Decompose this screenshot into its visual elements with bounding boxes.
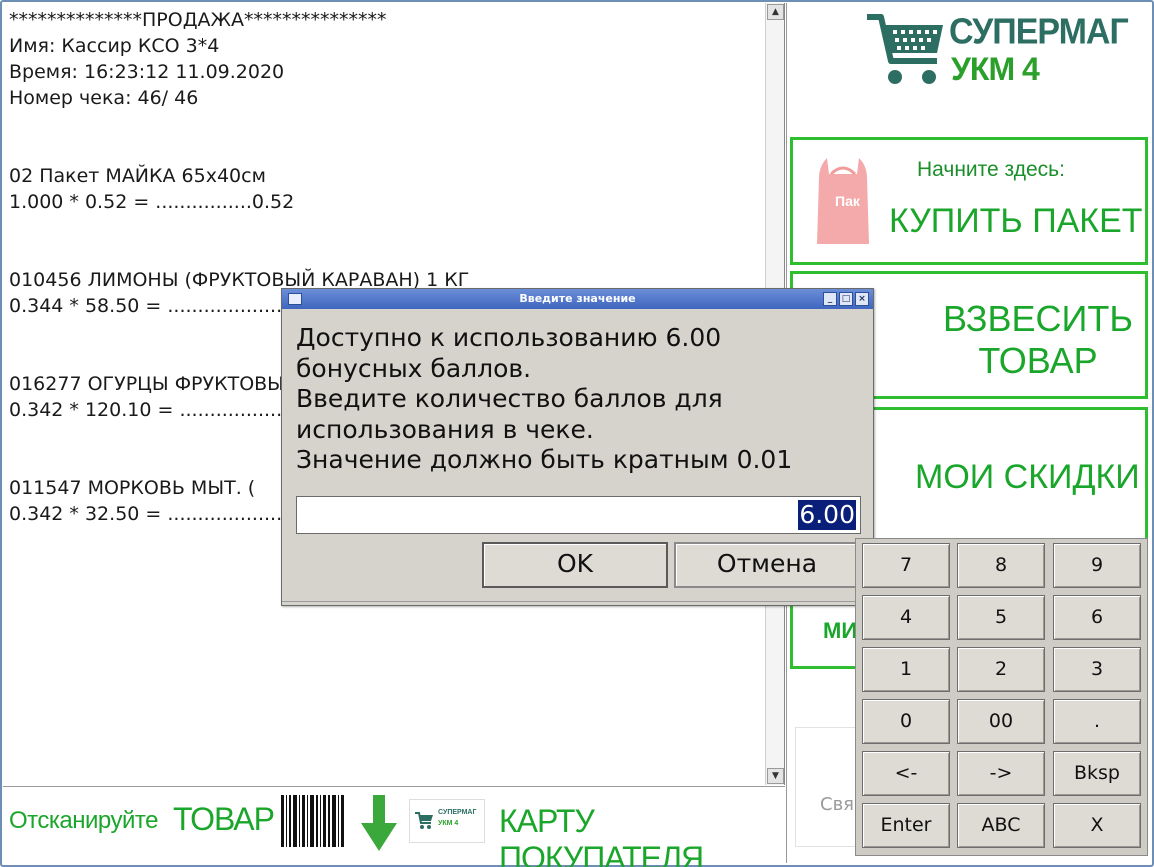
receipt-line: **************ПРОДАЖА***************: [9, 9, 387, 31]
receipt-blank-line: [9, 241, 765, 267]
mini-brand-logo: СУПЕРМАГ УКМ 4: [409, 799, 485, 843]
window-menu-icon[interactable]: [288, 293, 302, 305]
loyalty-card-label: КАРТУ ПОКУПАТЕЛЯ: [499, 803, 704, 867]
brand-logo: СУПЕРМАГ УКМ 4: [865, 7, 1129, 93]
dialog-message-line: Значение должно быть кратным 0.01: [296, 445, 793, 474]
mini-brand-name: СУПЕРМАГ: [438, 809, 477, 816]
scan-label: Отсканируйте: [9, 807, 158, 834]
receipt-line: Время: 16:23:12 11.09.2020: [9, 61, 285, 83]
bonus-points-value: 6.00: [798, 500, 856, 530]
minimize-icon[interactable]: _: [823, 292, 837, 306]
brand-version: УКМ 4: [951, 51, 1040, 87]
keypad-key[interactable]: 0: [862, 699, 950, 744]
keypad-key[interactable]: 2: [957, 647, 1045, 692]
ok-button[interactable]: OK: [482, 542, 668, 588]
keypad-key[interactable]: 3: [1053, 647, 1141, 692]
my-discounts-label: МОИ СКИДКИ: [915, 458, 1140, 496]
keypad-key[interactable]: 4: [862, 595, 950, 640]
weigh-label-line1: ВЗВЕСИТЬ: [942, 298, 1134, 339]
cart-icon: [867, 14, 943, 84]
keypad-key[interactable]: Bksp: [1053, 751, 1141, 796]
close-icon[interactable]: ×: [855, 292, 869, 306]
dialog-titlebar[interactable]: Введите значение _ □ ×: [282, 289, 873, 309]
receipt-line: Имя: Кассир КСО 3*4: [9, 35, 220, 57]
arrow-down-icon: [361, 795, 397, 851]
dialog-footer: [282, 601, 873, 605]
bag-label: Пак: [835, 193, 861, 209]
receipt-line: 02 Пакет МАЙКА 65х40см: [9, 165, 266, 187]
receipt-blank-line: [9, 111, 765, 137]
buy-bag-button[interactable]: Пак Начните здесь: КУПИТЬ ПАКЕТ: [790, 137, 1148, 265]
keypad-key[interactable]: 00: [957, 699, 1045, 744]
keypad-key[interactable]: 5: [957, 595, 1045, 640]
contact-field-text: Свя: [820, 794, 855, 815]
receipt-blank-line: [9, 137, 765, 163]
scroll-down-arrow-icon[interactable]: ▼: [767, 768, 784, 784]
buy-bag-label: КУПИТЬ ПАКЕТ: [889, 202, 1143, 240]
receipt-blank-line: [9, 215, 765, 241]
keypad-key[interactable]: <-: [862, 751, 950, 796]
dialog-message-line: использования в чеке.: [296, 414, 594, 444]
mini-cart-icon: [415, 812, 433, 829]
keypad-key[interactable]: 7: [862, 543, 950, 588]
weigh-label-line2: ТОВАР: [978, 340, 1098, 381]
numeric-keypad: 7 8 9 4 5 6 1 2 3 0 00. <- -> Bksp Enter ABC X: [855, 538, 1148, 856]
window-controls: _ □ ×: [823, 292, 869, 306]
receipt-line: Номер чека: 46/ 46: [9, 87, 199, 109]
receipt-line: 1.000 * 0.52 = ................0.52: [9, 191, 295, 213]
keypad-key[interactable]: Enter: [862, 803, 950, 848]
dialog-title: Введите значение: [519, 292, 636, 305]
keypad-key[interactable]: 9: [1053, 543, 1141, 588]
mini-brand-version: УКМ 4: [438, 820, 459, 827]
goods-label: ТОВАР: [173, 801, 275, 837]
keypad-key[interactable]: 6: [1053, 595, 1141, 640]
keypad-key[interactable]: ->: [957, 751, 1045, 796]
dialog-message-line: Доступно к использованию 6.00: [296, 323, 722, 352]
keypad-key[interactable]: 8: [957, 543, 1045, 588]
bonus-points-dialog: Введите значение _ □ × Доступно к исполь…: [281, 288, 874, 606]
cancel-button[interactable]: Отмена: [674, 542, 860, 588]
keypad-key[interactable]: ABC: [957, 803, 1045, 848]
keypad-key[interactable]: 1: [862, 647, 950, 692]
scan-instruction-bar: Отсканируйте ТОВАР СУПЕРМАГ УКМ 4 КАРТУ …: [3, 786, 785, 867]
brand-name: СУПЕРМАГ: [949, 12, 1129, 52]
weigh-goods-label: ВЗВЕСИТЬ ТОВАР: [933, 298, 1143, 382]
maximize-icon[interactable]: □: [839, 292, 853, 306]
more-button-label: МИ: [823, 618, 858, 643]
dialog-message-line: бонусных баллов.: [296, 353, 532, 383]
bonus-points-input[interactable]: 6.00: [296, 496, 861, 534]
dialog-message-line: Введите количество баллов для: [296, 384, 723, 413]
barcode-icon: [281, 795, 344, 847]
keypad-key[interactable]: .: [1053, 699, 1141, 744]
keypad-key[interactable]: X: [1053, 803, 1141, 848]
buy-hint: Начните здесь:: [917, 158, 1065, 181]
dialog-message: Доступно к использованию 6.00 бонусных ба…: [296, 323, 866, 476]
shopping-bag-icon: Пак: [817, 158, 869, 244]
scroll-up-arrow-icon[interactable]: ▲: [767, 4, 784, 20]
